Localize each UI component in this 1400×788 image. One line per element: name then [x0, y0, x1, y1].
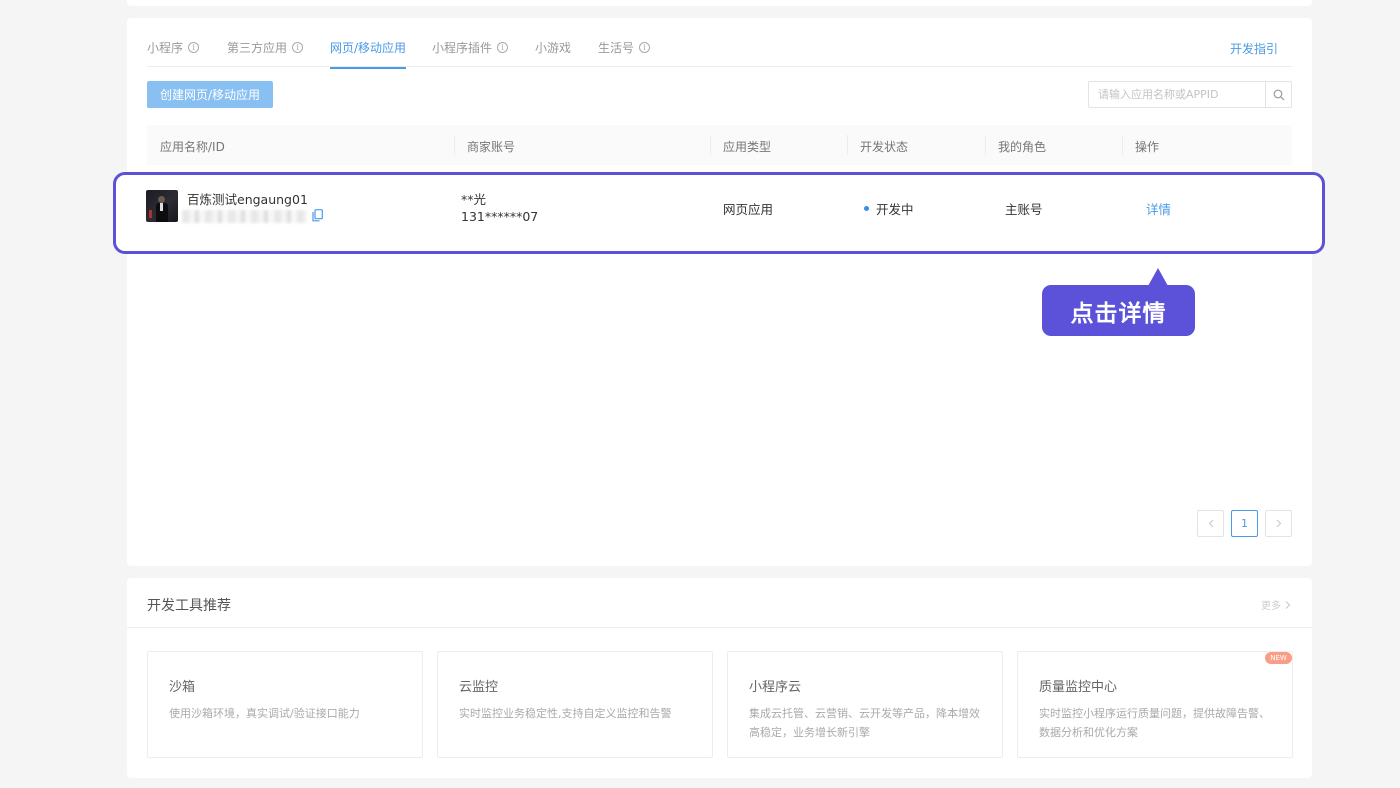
header-divider: [1122, 135, 1123, 155]
header-role: 我的角色: [998, 140, 1047, 154]
copy-icon[interactable]: [312, 209, 323, 222]
create-app-button[interactable]: 创建网页/移动应用: [147, 81, 273, 108]
tab-mini-game[interactable]: 小游戏: [535, 39, 571, 55]
header-action: 操作: [1135, 140, 1160, 154]
tool-title: 云监控: [459, 680, 499, 695]
tab-life-account[interactable]: 生活号 i: [598, 39, 651, 55]
header-divider: [710, 135, 711, 155]
header-divider: [847, 135, 848, 155]
next-page-button[interactable]: [1265, 510, 1292, 537]
top-card-edge: [127, 0, 1312, 6]
page-number[interactable]: 1: [1231, 510, 1258, 537]
tab-mini-program[interactable]: 小程序 i: [147, 39, 200, 55]
prev-page-button[interactable]: [1197, 510, 1224, 537]
merchant-name: **光: [461, 192, 487, 207]
detail-link[interactable]: 详情: [1146, 199, 1171, 218]
chevron-right-icon: [1276, 519, 1281, 528]
header-status: 开发状态: [860, 140, 909, 154]
search-icon: [1273, 89, 1284, 100]
header-divider: [985, 135, 986, 155]
new-badge: NEW: [1265, 652, 1292, 664]
tool-description: 实时监控业务稳定性,支持自定义监控和告警: [459, 707, 672, 720]
chevron-right-icon: [1285, 600, 1291, 609]
tool-description: 实时监控小程序运行质量问题，提供故障告警、数据分析和优化方案: [1039, 707, 1270, 739]
app-search: [1088, 81, 1292, 108]
tool-card-sandbox[interactable]: 沙箱 使用沙箱环境，真实调试/验证接口能力: [147, 651, 423, 758]
app-type: 网页应用: [723, 202, 774, 217]
search-button[interactable]: [1265, 82, 1291, 107]
search-input[interactable]: [1089, 82, 1265, 107]
header-merchant: 商家账号: [467, 140, 516, 154]
merchant-phone: 131******07: [461, 209, 539, 224]
tool-card-cloud-monitor[interactable]: 云监控 实时监控业务稳定性,支持自定义监控和告警: [437, 651, 713, 758]
chevron-left-icon: [1208, 519, 1213, 528]
header-divider: [454, 135, 455, 155]
tab-third-party-app[interactable]: 第三方应用 i: [227, 39, 304, 55]
tab-mini-program-plugin[interactable]: 小程序插件 i: [432, 39, 509, 55]
tool-description: 集成云托管、云营销、云开发等产品，降本增效高稳定，业务增长新引擎: [749, 707, 980, 739]
tool-card-quality-monitor[interactable]: 质量监控中心 实时监控小程序运行质量问题，提供故障告警、数据分析和优化方案: [1017, 651, 1293, 758]
tool-title: 沙箱: [169, 680, 196, 695]
info-icon: i: [292, 41, 304, 53]
dev-tools-title: 开发工具推荐: [147, 598, 231, 614]
my-role: 主账号: [1005, 202, 1043, 217]
app-type-tabs: 小程序 i 第三方应用 i 网页/移动应用 小程序插件 i 小游戏 生活号 i 开发指引: [147, 18, 1292, 69]
info-icon: i: [639, 41, 651, 53]
info-icon: i: [497, 41, 509, 53]
tab-web-mobile-app[interactable]: 网页/移动应用: [330, 39, 407, 69]
info-icon: i: [188, 41, 200, 53]
tool-title: 质量监控中心: [1039, 680, 1118, 695]
dev-tools-panel: 开发工具推荐 更多 沙箱 使用沙箱环境，真实调试/验证接口能力 云监控 实时监控…: [127, 578, 1312, 778]
tool-title: 小程序云: [749, 680, 802, 695]
dev-guide-link[interactable]: 开发指引: [1230, 40, 1278, 57]
app-id-redacted: [182, 210, 307, 223]
status-dot-icon: [864, 206, 869, 211]
dev-status: 开发中: [864, 199, 914, 218]
header-app-name: 应用名称/ID: [160, 140, 225, 154]
click-detail-callout: 点击详情: [1042, 285, 1195, 336]
dev-tools-header: 开发工具推荐 更多: [127, 578, 1312, 628]
app-avatar: [146, 190, 178, 222]
tool-description: 使用沙箱环境，真实调试/验证接口能力: [169, 707, 360, 720]
more-link[interactable]: 更多: [1261, 597, 1292, 612]
table-header: 应用名称/ID 商家账号 应用类型 开发状态 我的角色 操作: [147, 125, 1292, 165]
tool-card-mini-program-cloud[interactable]: 小程序云 集成云托管、云营销、云开发等产品，降本增效高稳定，业务增长新引擎: [727, 651, 1003, 758]
callout-pointer: [1148, 268, 1168, 286]
app-name: 百炼测试engaung01: [187, 192, 308, 207]
header-app-type: 应用类型: [723, 140, 772, 154]
